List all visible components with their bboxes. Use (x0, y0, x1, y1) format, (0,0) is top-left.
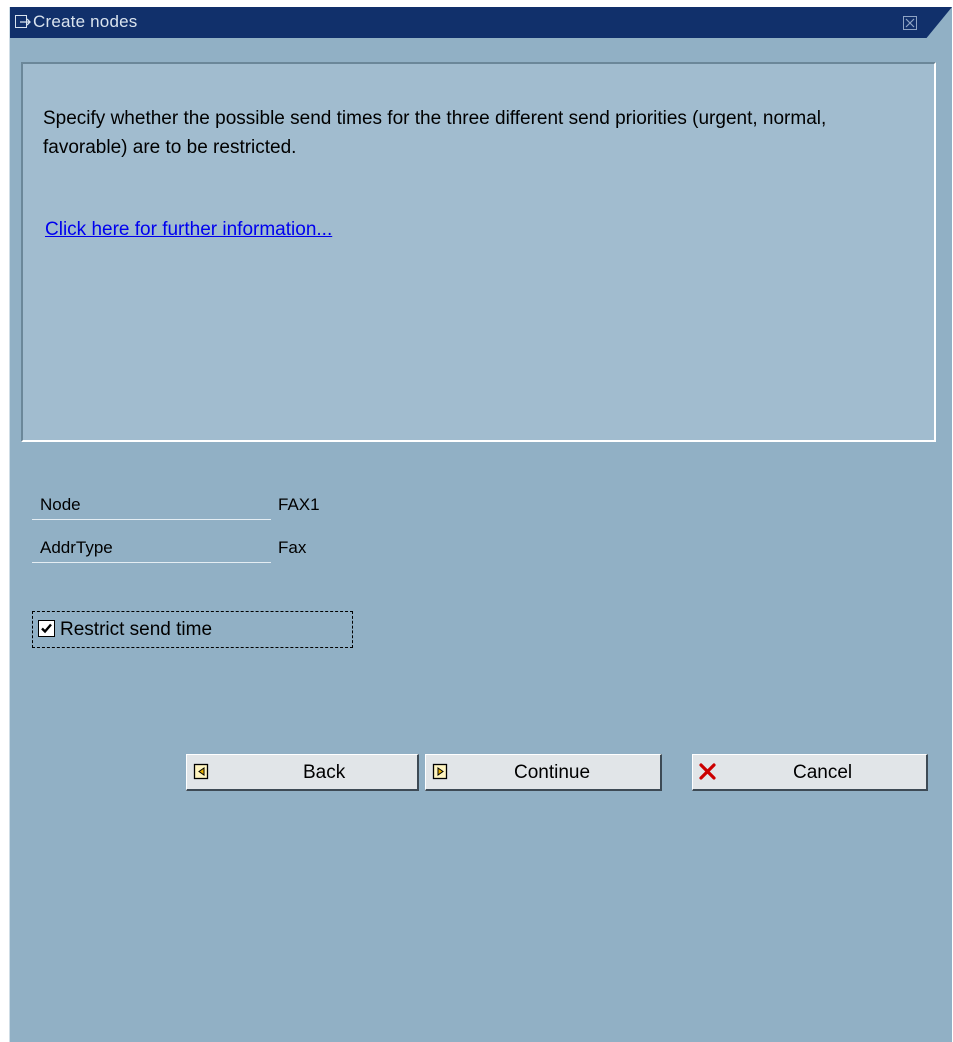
back-page-icon (193, 763, 210, 780)
cancel-button[interactable]: Cancel (692, 754, 928, 791)
close-icon[interactable] (903, 16, 917, 30)
continue-label: Continue (514, 762, 591, 783)
field-label-addrtype: AddrType (32, 533, 271, 563)
cancel-x-icon (699, 763, 716, 780)
field-value-node: FAX1 (278, 495, 320, 514)
cancel-label: Cancel (793, 762, 853, 783)
create-nodes-dialog: Create nodes Specify whether the possibl… (9, 7, 952, 1042)
dialog-icon (15, 15, 31, 29)
title-bar: Create nodes (10, 7, 952, 38)
info-panel: Specify whether the possible send times … (21, 62, 936, 442)
back-button[interactable]: Back (186, 754, 419, 791)
field-value-addrtype: Fax (278, 538, 307, 557)
further-info-link[interactable]: Click here for further information... (45, 219, 332, 241)
checkbox-checked-icon[interactable] (38, 620, 55, 637)
restrict-send-time-checkbox[interactable]: Restrict send time (32, 611, 353, 648)
continue-page-icon (432, 763, 449, 780)
field-label-node: Node (32, 490, 271, 520)
back-label: Back (303, 762, 346, 783)
continue-button[interactable]: Continue (425, 754, 662, 791)
info-text: Specify whether the possible send times … (43, 108, 827, 158)
checkbox-label: Restrict send time (60, 619, 213, 640)
window-title: Create nodes (33, 12, 138, 31)
